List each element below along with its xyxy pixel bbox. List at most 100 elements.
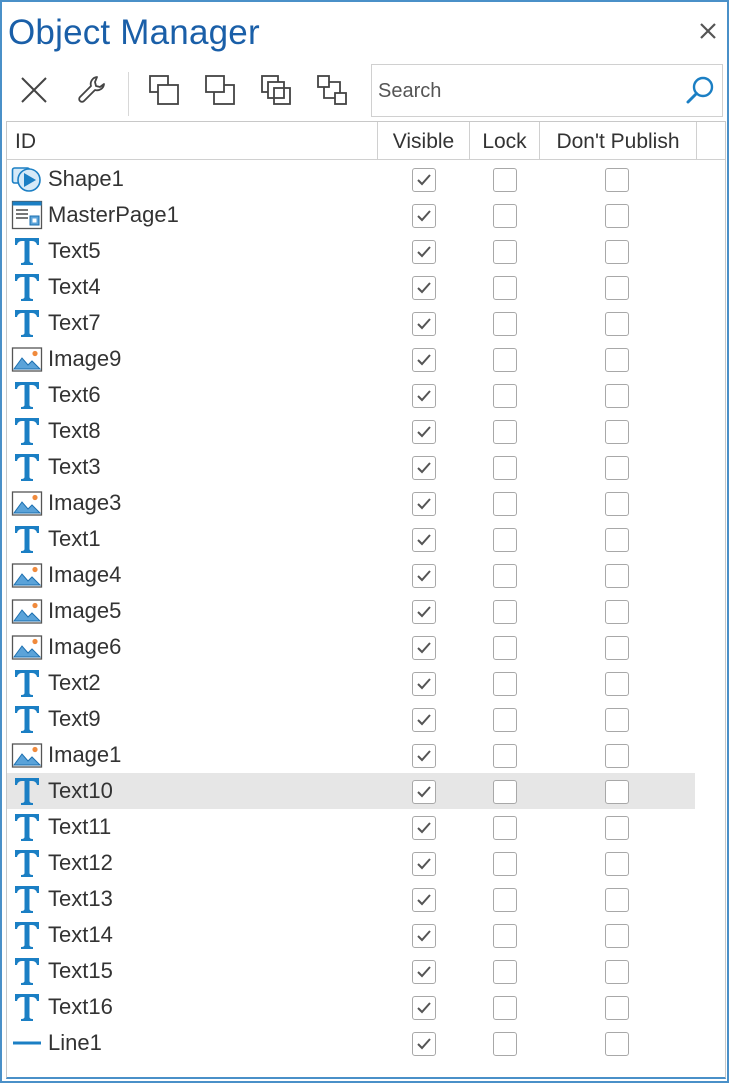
lock-checkbox[interactable] bbox=[493, 888, 517, 912]
lock-checkbox[interactable] bbox=[493, 672, 517, 696]
lock-checkbox[interactable] bbox=[493, 492, 517, 516]
dont-publish-checkbox[interactable] bbox=[605, 348, 629, 372]
dont-publish-checkbox[interactable] bbox=[605, 708, 629, 732]
column-header-id[interactable]: ID bbox=[7, 122, 378, 160]
lock-checkbox[interactable] bbox=[493, 168, 517, 192]
table-row[interactable]: Text4 bbox=[7, 269, 695, 305]
dont-publish-checkbox[interactable] bbox=[605, 996, 629, 1020]
lock-checkbox[interactable] bbox=[493, 204, 517, 228]
table-row[interactable]: Text10 bbox=[7, 773, 695, 809]
table-row[interactable]: Text14 bbox=[7, 917, 695, 953]
table-row[interactable]: Text2 bbox=[7, 665, 695, 701]
visible-checkbox[interactable] bbox=[412, 492, 436, 516]
dont-publish-checkbox[interactable] bbox=[605, 924, 629, 948]
table-row[interactable]: Line1 bbox=[7, 1025, 695, 1061]
column-header-lock[interactable]: Lock bbox=[470, 122, 540, 160]
dont-publish-checkbox[interactable] bbox=[605, 420, 629, 444]
properties-button[interactable] bbox=[72, 70, 112, 110]
visible-checkbox[interactable] bbox=[412, 708, 436, 732]
send-to-back-button[interactable] bbox=[200, 70, 240, 110]
visible-checkbox[interactable] bbox=[412, 996, 436, 1020]
search-input[interactable] bbox=[378, 77, 678, 105]
column-header-dont-publish[interactable]: Don't Publish bbox=[540, 122, 697, 160]
lock-checkbox[interactable] bbox=[493, 240, 517, 264]
table-row[interactable]: Text5 bbox=[7, 233, 695, 269]
dont-publish-checkbox[interactable] bbox=[605, 672, 629, 696]
lock-checkbox[interactable] bbox=[493, 636, 517, 660]
dont-publish-checkbox[interactable] bbox=[605, 564, 629, 588]
visible-checkbox[interactable] bbox=[412, 384, 436, 408]
dont-publish-checkbox[interactable] bbox=[605, 528, 629, 552]
table-row[interactable]: Shape1 bbox=[7, 161, 695, 197]
visible-checkbox[interactable] bbox=[412, 600, 436, 624]
dont-publish-checkbox[interactable] bbox=[605, 636, 629, 660]
table-row[interactable]: Text16 bbox=[7, 989, 695, 1025]
dont-publish-checkbox[interactable] bbox=[605, 312, 629, 336]
lock-checkbox[interactable] bbox=[493, 816, 517, 840]
lock-checkbox[interactable] bbox=[493, 780, 517, 804]
table-row[interactable]: Text15 bbox=[7, 953, 695, 989]
table-row[interactable]: Text8 bbox=[7, 413, 695, 449]
table-row[interactable]: Text13 bbox=[7, 881, 695, 917]
dont-publish-checkbox[interactable] bbox=[605, 240, 629, 264]
table-row[interactable]: Image5 bbox=[7, 593, 695, 629]
lock-checkbox[interactable] bbox=[493, 924, 517, 948]
table-row[interactable]: Text7 bbox=[7, 305, 695, 341]
table-row[interactable]: Text11 bbox=[7, 809, 695, 845]
dont-publish-checkbox[interactable] bbox=[605, 384, 629, 408]
visible-checkbox[interactable] bbox=[412, 672, 436, 696]
dont-publish-checkbox[interactable] bbox=[605, 456, 629, 480]
delete-button[interactable] bbox=[14, 70, 54, 110]
lock-checkbox[interactable] bbox=[493, 744, 517, 768]
visible-checkbox[interactable] bbox=[412, 924, 436, 948]
visible-checkbox[interactable] bbox=[412, 420, 436, 444]
visible-checkbox[interactable] bbox=[412, 744, 436, 768]
visible-checkbox[interactable] bbox=[412, 168, 436, 192]
dont-publish-checkbox[interactable] bbox=[605, 492, 629, 516]
dont-publish-checkbox[interactable] bbox=[605, 168, 629, 192]
lock-checkbox[interactable] bbox=[493, 852, 517, 876]
lock-checkbox[interactable] bbox=[493, 1032, 517, 1056]
visible-checkbox[interactable] bbox=[412, 240, 436, 264]
visible-checkbox[interactable] bbox=[412, 456, 436, 480]
table-row[interactable]: Text9 bbox=[7, 701, 695, 737]
visible-checkbox[interactable] bbox=[412, 888, 436, 912]
visible-checkbox[interactable] bbox=[412, 276, 436, 300]
table-row[interactable]: Image6 bbox=[7, 629, 695, 665]
visible-checkbox[interactable] bbox=[412, 780, 436, 804]
dont-publish-checkbox[interactable] bbox=[605, 888, 629, 912]
lock-checkbox[interactable] bbox=[493, 276, 517, 300]
search-button[interactable] bbox=[684, 75, 716, 107]
table-row[interactable]: Image3 bbox=[7, 485, 695, 521]
table-row[interactable]: Image1 bbox=[7, 737, 695, 773]
lock-checkbox[interactable] bbox=[493, 960, 517, 984]
dont-publish-checkbox[interactable] bbox=[605, 780, 629, 804]
lock-checkbox[interactable] bbox=[493, 528, 517, 552]
dont-publish-checkbox[interactable] bbox=[605, 744, 629, 768]
lock-checkbox[interactable] bbox=[493, 600, 517, 624]
lock-checkbox[interactable] bbox=[493, 384, 517, 408]
dont-publish-checkbox[interactable] bbox=[605, 960, 629, 984]
visible-checkbox[interactable] bbox=[412, 204, 436, 228]
lock-checkbox[interactable] bbox=[493, 420, 517, 444]
dont-publish-checkbox[interactable] bbox=[605, 204, 629, 228]
lock-checkbox[interactable] bbox=[493, 564, 517, 588]
table-row[interactable]: Text6 bbox=[7, 377, 695, 413]
lock-checkbox[interactable] bbox=[493, 312, 517, 336]
table-row[interactable]: Text12 bbox=[7, 845, 695, 881]
lock-checkbox[interactable] bbox=[493, 348, 517, 372]
visible-checkbox[interactable] bbox=[412, 312, 436, 336]
visible-checkbox[interactable] bbox=[412, 960, 436, 984]
lock-checkbox[interactable] bbox=[493, 996, 517, 1020]
table-row[interactable]: Text1 bbox=[7, 521, 695, 557]
table-row[interactable]: MasterPage1 bbox=[7, 197, 695, 233]
visible-checkbox[interactable] bbox=[412, 564, 436, 588]
bring-to-front-button[interactable] bbox=[144, 70, 184, 110]
visible-checkbox[interactable] bbox=[412, 816, 436, 840]
dont-publish-checkbox[interactable] bbox=[605, 276, 629, 300]
visible-checkbox[interactable] bbox=[412, 636, 436, 660]
table-row[interactable]: Image4 bbox=[7, 557, 695, 593]
visible-checkbox[interactable] bbox=[412, 852, 436, 876]
visible-checkbox[interactable] bbox=[412, 528, 436, 552]
column-header-visible[interactable]: Visible bbox=[378, 122, 470, 160]
